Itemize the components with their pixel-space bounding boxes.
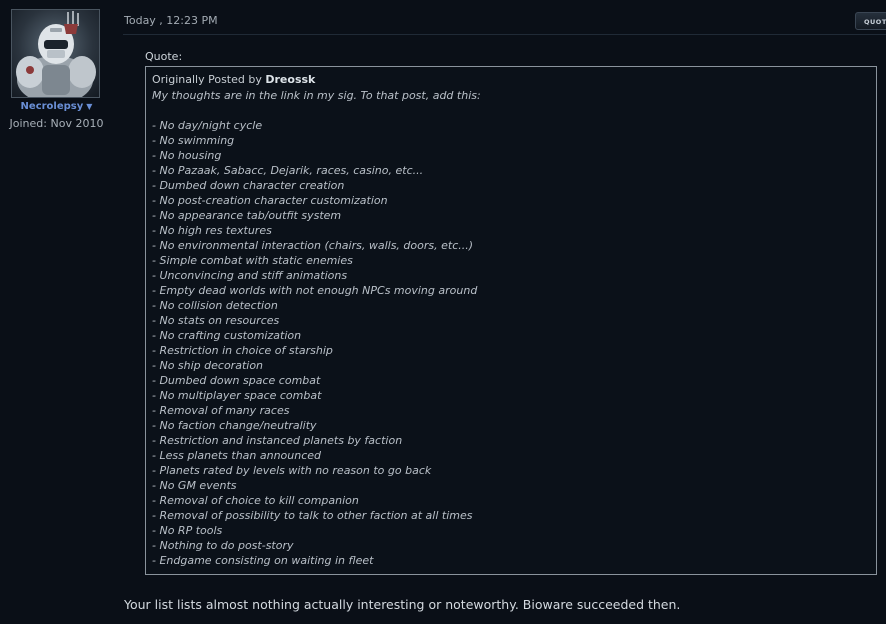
- quote-line: - No GM events: [152, 479, 237, 492]
- quote-line: - No multiplayer space combat: [152, 389, 322, 402]
- quote-line: - Dumbed down character creation: [152, 179, 345, 192]
- quote-line: - No appearance tab/outfit system: [152, 209, 342, 222]
- quote-line: - Planets rated by levels with no reason…: [152, 464, 432, 477]
- quote-button[interactable]: QUOTE: [855, 12, 886, 30]
- quote-line: - Nothing to do post-story: [152, 539, 294, 552]
- joined-date: Joined: Nov 2010: [9, 117, 104, 130]
- quote-lines: My thoughts are in the link in my sig. T…: [152, 88, 481, 568]
- originally-posted-by: Originally Posted by: [152, 73, 262, 86]
- quote-attribution: Originally Posted by Dreossk: [152, 73, 315, 86]
- quote-line: - No crafting customization: [152, 329, 302, 342]
- post-message: Your list lists almost nothing actually …: [124, 597, 681, 612]
- user-menu-caret-icon[interactable]: ▼: [86, 102, 92, 111]
- quote-line: - Dumbed down space combat: [152, 374, 321, 387]
- quote-line: - No housing: [152, 149, 222, 162]
- quote-line: - Unconvincing and stiff animations: [152, 269, 348, 282]
- user-info: Necrolepsy ▼ Joined: Nov 2010: [0, 0, 113, 624]
- quote-line: - No swimming: [152, 134, 235, 147]
- header-divider: [123, 34, 886, 35]
- quote-line: - No high res textures: [152, 224, 272, 237]
- quote-line: - Restriction and instanced planets by f…: [152, 434, 403, 447]
- quote-line: - No stats on resources: [152, 314, 280, 327]
- quote-line: - No environmental interaction (chairs, …: [152, 239, 474, 252]
- quote-line: My thoughts are in the link in my sig. T…: [152, 89, 481, 102]
- post-header: Today , 12:23 PM QUOTE: [113, 0, 886, 35]
- quote-line: - Simple combat with static enemies: [152, 254, 353, 267]
- quote-line: - Restriction in choice of starship: [152, 344, 333, 357]
- quote-line: - No Pazaak, Sabacc, Dejarik, races, cas…: [152, 164, 424, 177]
- quote-line: - Less planets than announced: [152, 449, 322, 462]
- quote-line: - No RP tools: [152, 524, 223, 537]
- quote-line: - Removal of choice to kill companion: [152, 494, 359, 507]
- username-link[interactable]: Necrolepsy: [21, 101, 84, 112]
- quote-label: Quote:: [145, 50, 183, 63]
- armored-trooper-avatar-icon: [16, 11, 96, 97]
- avatar[interactable]: [11, 9, 100, 98]
- quote-line: - Removal of many races: [152, 404, 290, 417]
- quote-line: - No faction change/neutrality: [152, 419, 317, 432]
- quote-line: [152, 103, 481, 118]
- quote-line: - No ship decoration: [152, 359, 264, 372]
- quote-line: - No post-creation character customizati…: [152, 194, 388, 207]
- quote-line: - No day/night cycle: [152, 119, 263, 132]
- quote-line: - Empty dead worlds with not enough NPCs…: [152, 284, 478, 297]
- quote-box: Originally Posted by Dreossk My thoughts…: [145, 66, 877, 575]
- post-date: Today , 12:23 PM: [124, 14, 218, 27]
- quote-line: - Removal of possibility to talk to othe…: [152, 509, 473, 522]
- quote-line: - No collision detection: [152, 299, 278, 312]
- username-row[interactable]: Necrolepsy ▼: [0, 101, 113, 112]
- quote-line: - Endgame consisting on waiting in fleet: [152, 554, 374, 567]
- quote-author: Dreossk: [265, 73, 316, 86]
